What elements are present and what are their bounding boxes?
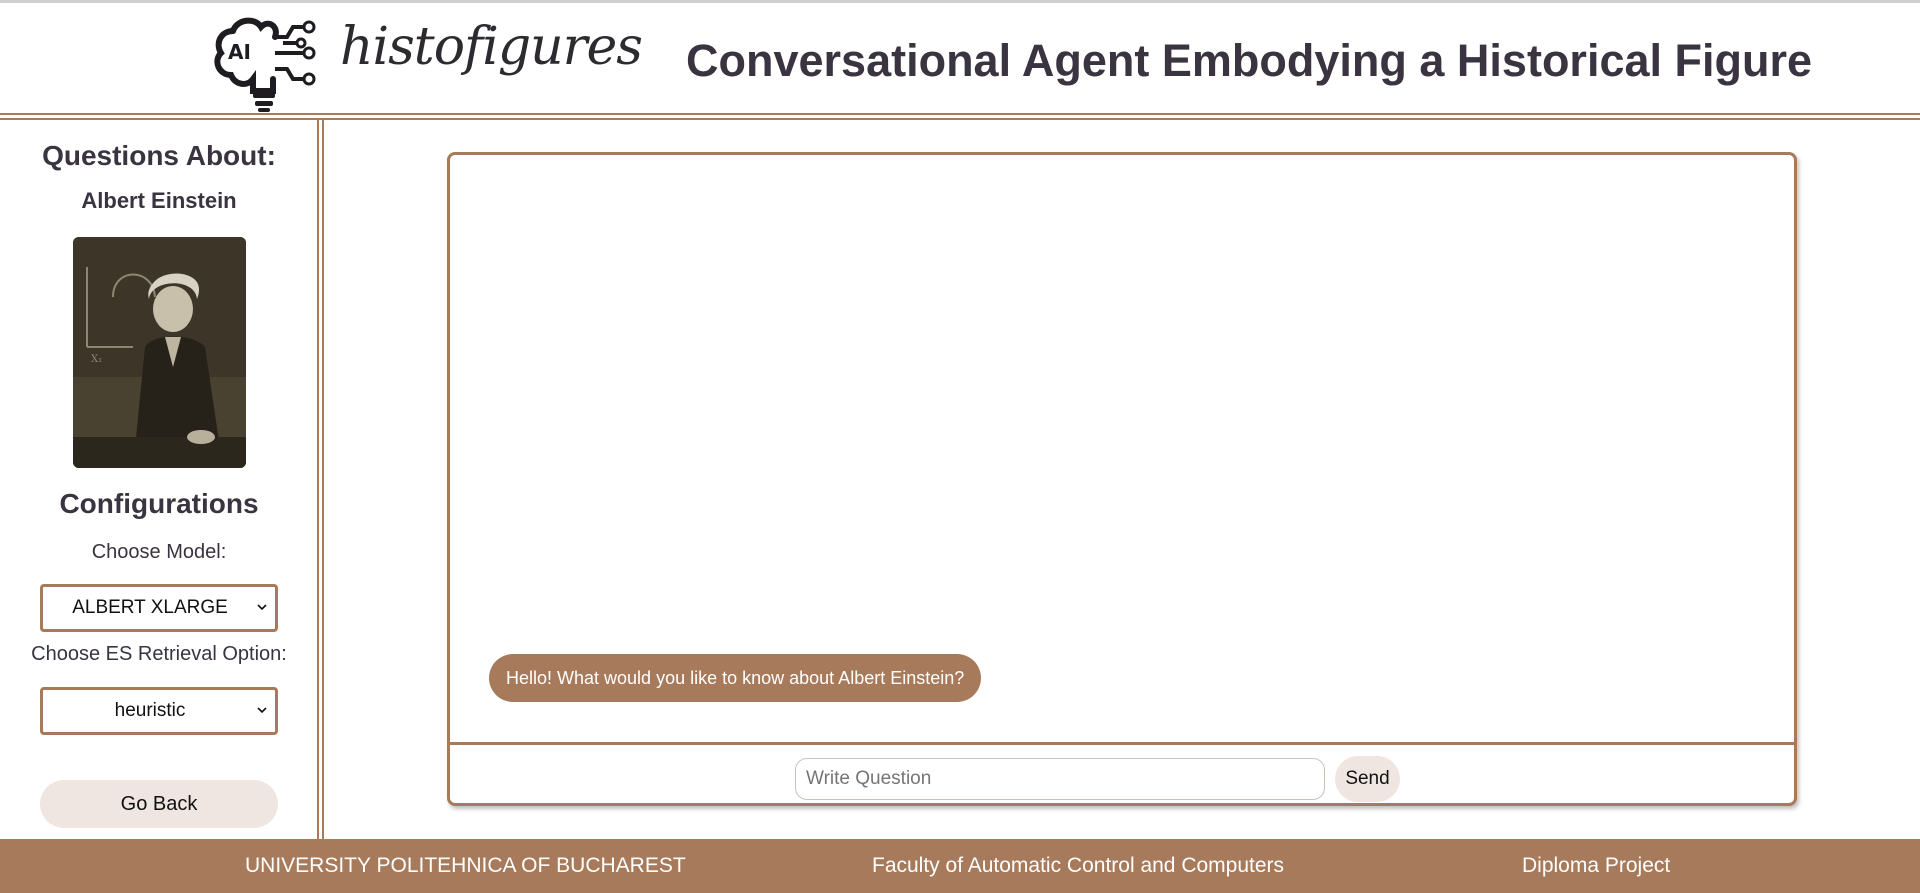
model-select[interactable]: ALBERT XLARGE [40, 584, 278, 632]
es-retrieval-select[interactable]: heuristic [40, 687, 278, 735]
chevron-down-icon [257, 604, 267, 611]
sidebar-divider [317, 120, 319, 840]
es-retrieval-label: Choose ES Retrieval Option: [31, 643, 287, 665]
header-divider [0, 113, 1920, 115]
footer-university: UNIVERSITY POLITEHNICA OF BUCHAREST [245, 854, 686, 877]
send-button[interactable]: Send [1335, 756, 1400, 802]
page-title: Conversational Agent Embodying a Histori… [686, 35, 1813, 86]
es-retrieval-select-value: heuristic [114, 700, 186, 721]
chat-panel: Hello! What would you like to know about… [447, 152, 1797, 806]
ai-lightbulb-icon: AI [214, 17, 316, 112]
chat-message-list[interactable]: Hello! What would you like to know about… [450, 155, 1794, 745]
page-footer: UNIVERSITY POLITEHNICA OF BUCHAREST Facu… [0, 839, 1920, 893]
configurations-heading: Configurations [59, 488, 259, 519]
sidebar-divider [322, 120, 324, 840]
model-label: Choose Model: [91, 541, 227, 563]
questions-heading: Questions About: [42, 140, 276, 171]
logo-wordmark: histofigures [340, 17, 643, 77]
page-header: AI histofigures Conversational Agent Emb… [0, 0, 1920, 118]
svg-text:AI: AI [228, 40, 251, 64]
svg-text:X₁: X₁ [91, 354, 102, 365]
sidebar: Questions About: Albert Einstein X₁ Conf… [0, 120, 318, 840]
bot-message: Hello! What would you like to know about… [489, 654, 982, 702]
chevron-down-icon [257, 707, 267, 714]
model-select-value: ALBERT XLARGE [72, 597, 228, 618]
footer-project: Diploma Project [1522, 854, 1671, 877]
footer-faculty: Faculty of Automatic Control and Compute… [872, 854, 1285, 877]
figure-name: Albert Einstein [81, 188, 237, 213]
figure-portrait: X₁ [73, 237, 246, 468]
go-back-button[interactable]: Go Back [40, 780, 278, 828]
question-input[interactable] [795, 758, 1325, 800]
